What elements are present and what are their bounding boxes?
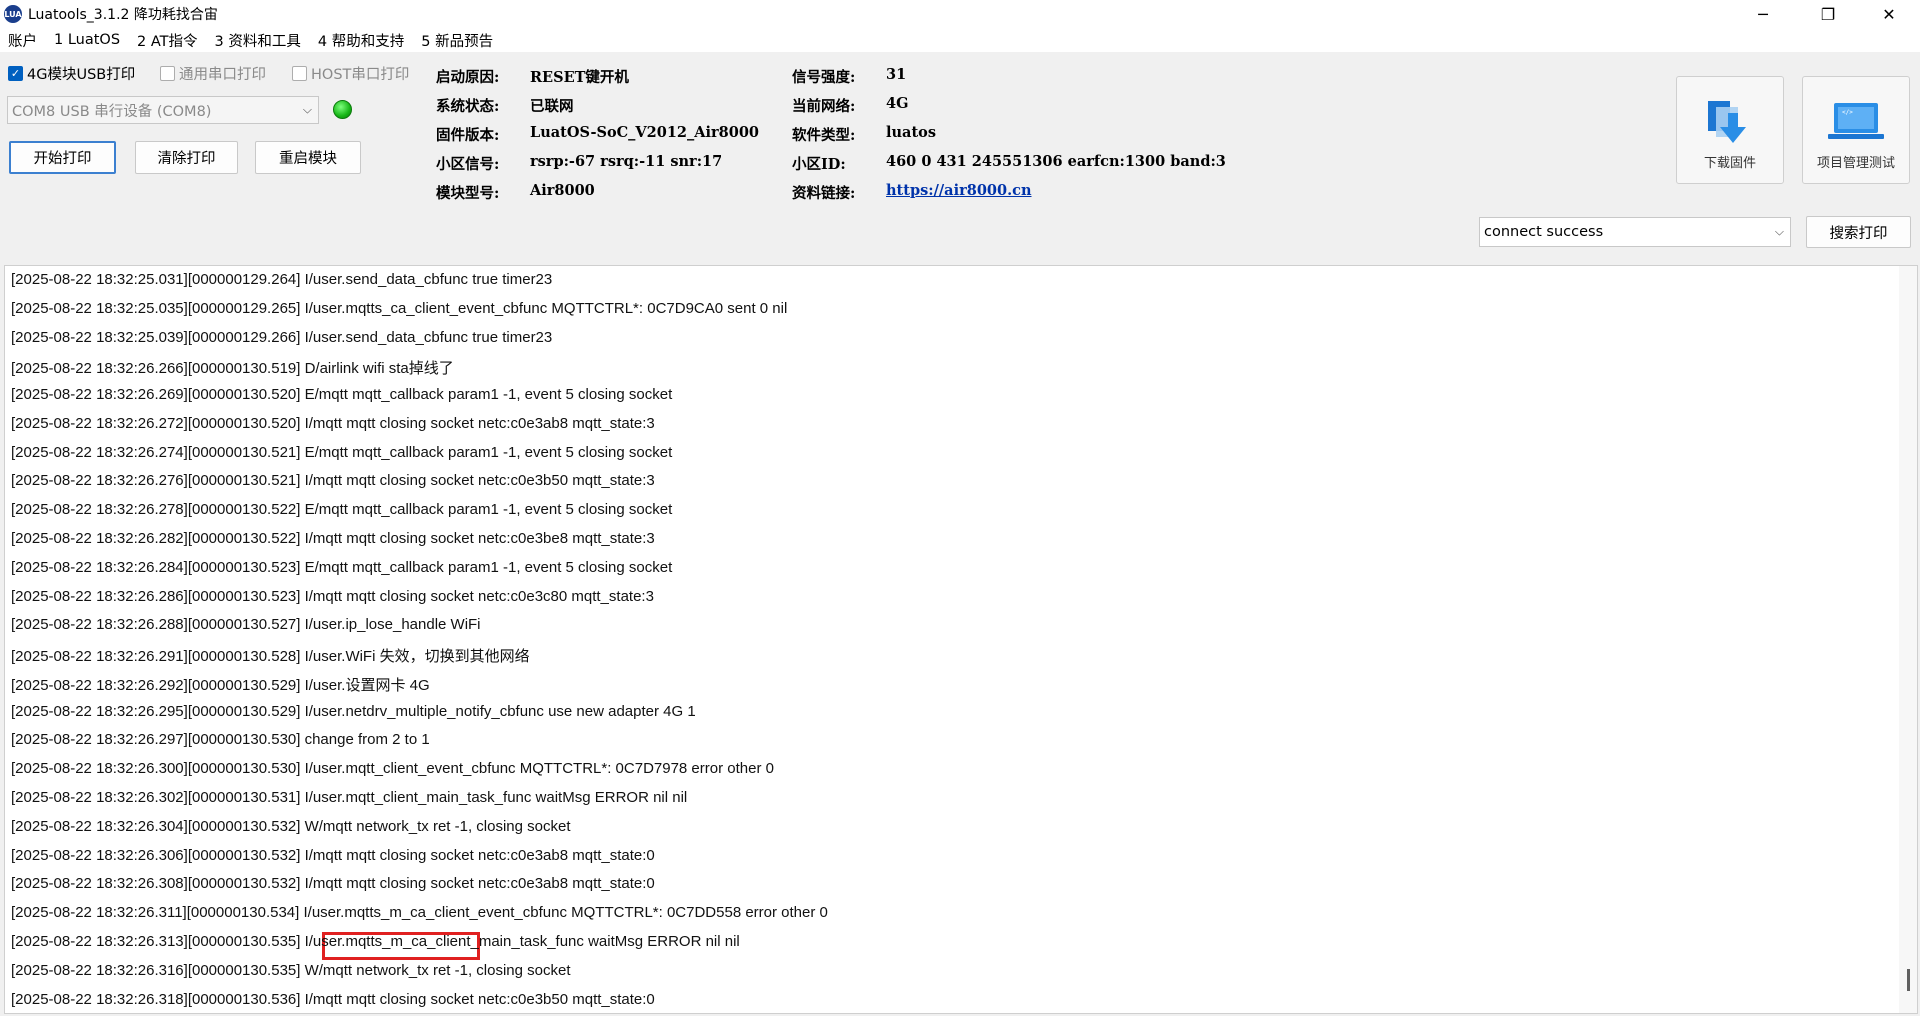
log-line: [2025-08-22 18:32:26.318][000000130.536]… xyxy=(11,990,655,1008)
menu-help-support[interactable]: 4 帮助和支持 xyxy=(318,30,404,51)
info-label: 小区信号: xyxy=(436,156,500,173)
start-print-button[interactable]: 开始打印 xyxy=(9,141,116,174)
log-line: [2025-08-22 18:32:26.306][000000130.532]… xyxy=(11,846,655,864)
info-value: rsrp:-67 rsrq:-11 snr:17 xyxy=(530,153,723,170)
menu-bar: 账户 1 LuatOS 2 AT指令 3 资料和工具 4 帮助和支持 5 新品预… xyxy=(0,28,1920,52)
log-line: [2025-08-22 18:32:26.278][000000130.522]… xyxy=(11,501,673,519)
log-line: [2025-08-22 18:32:25.031][000000129.264]… xyxy=(11,271,553,288)
log-line: [2025-08-22 18:32:26.304][000000130.532]… xyxy=(11,817,571,835)
svg-text:</>: </> xyxy=(1842,109,1853,116)
log-line: [2025-08-22 18:32:26.291][000000130.528]… xyxy=(11,648,530,666)
info-label: 信号强度: xyxy=(792,69,856,86)
info-value: 31 xyxy=(886,66,907,83)
info-label: 资料链接: xyxy=(792,185,856,202)
log-line: [2025-08-22 18:32:26.288][000000130.527]… xyxy=(11,616,481,634)
log-line: [2025-08-22 18:32:26.284][000000130.523]… xyxy=(11,558,673,576)
log-line: [2025-08-22 18:32:26.302][000000130.531]… xyxy=(11,789,688,807)
window-title: Luatools_3.1.2 降功耗找合宙 xyxy=(28,7,218,23)
log-line: [2025-08-22 18:32:25.039][000000129.266]… xyxy=(11,328,553,346)
info-label: 模块型号: xyxy=(436,185,500,202)
menu-new-products[interactable]: 5 新品预告 xyxy=(421,30,493,51)
chevron-down-icon: ⌵ xyxy=(1774,224,1784,239)
usb-print-checkbox[interactable]: ✓ 4G模块USB打印 xyxy=(8,63,135,84)
resource-link[interactable]: https://air8000.cn xyxy=(886,182,1032,199)
info-label: 固件版本: xyxy=(436,127,500,144)
checkbox-empty-icon xyxy=(160,66,175,81)
log-line: [2025-08-22 18:32:26.269][000000130.520]… xyxy=(11,386,673,404)
info-label: 当前网络: xyxy=(792,98,856,115)
info-label: 启动原因: xyxy=(436,69,500,86)
log-line: [2025-08-22 18:32:26.274][000000130.521]… xyxy=(11,443,673,461)
log-line: [2025-08-22 18:32:26.313][000000130.535]… xyxy=(11,932,740,950)
menu-luatos[interactable]: 1 LuatOS xyxy=(54,32,120,48)
log-line: [2025-08-22 18:32:26.292][000000130.529]… xyxy=(11,676,430,694)
log-line: [2025-08-22 18:32:26.266][000000130.519]… xyxy=(11,360,454,378)
log-line: [2025-08-22 18:32:26.297][000000130.530]… xyxy=(11,731,430,749)
clear-print-button[interactable]: 清除打印 xyxy=(135,141,238,174)
info-value: 4G xyxy=(886,95,909,112)
chevron-down-icon: ⌵ xyxy=(302,102,312,117)
port-select-value: COM8 USB 串行设备 (COM8) xyxy=(12,103,212,120)
info-value: Air8000 xyxy=(530,182,595,199)
search-select[interactable]: connect success ⌵ xyxy=(1479,217,1791,247)
menu-at-commands[interactable]: 2 AT指令 xyxy=(137,30,198,51)
minimize-button[interactable]: ─ xyxy=(1740,0,1786,28)
info-value: 已联网 xyxy=(530,98,574,115)
log-line: [2025-08-22 18:32:26.295][000000130.529]… xyxy=(11,702,696,720)
info-value: RESET键开机 xyxy=(530,69,629,86)
log-line: [2025-08-22 18:32:26.308][000000130.532]… xyxy=(11,875,655,893)
host-print-checkbox[interactable]: HOST串口打印 xyxy=(292,63,409,84)
info-value: 460 0 431 245551306 earfcn:1300 band:3 xyxy=(886,153,1226,170)
info-label: 小区ID: xyxy=(792,156,846,173)
menu-resources-tools[interactable]: 3 资料和工具 xyxy=(215,30,301,51)
connection-status-led xyxy=(333,100,352,119)
log-line: [2025-08-22 18:32:26.286][000000130.523]… xyxy=(11,587,654,605)
scrollbar-thumb[interactable] xyxy=(1907,969,1910,991)
restart-module-button[interactable]: 重启模块 xyxy=(255,141,361,174)
log-line: [2025-08-22 18:32:26.276][000000130.521]… xyxy=(11,472,655,490)
log-line: [2025-08-22 18:32:26.311][000000130.534]… xyxy=(11,904,828,922)
search-select-value: connect success xyxy=(1484,224,1604,240)
checkmark-icon: ✓ xyxy=(8,66,23,81)
usb-print-label: 4G模块USB打印 xyxy=(27,67,136,83)
download-icon xyxy=(1708,101,1746,143)
title-bar: LUA Luatools_3.1.2 降功耗找合宙 ─ ❐ ✕ xyxy=(0,0,1920,28)
checkbox-empty-icon xyxy=(292,66,307,81)
close-button[interactable]: ✕ xyxy=(1866,0,1912,28)
serial-print-label: 通用串口打印 xyxy=(179,67,266,83)
log-output-panel[interactable]: [2025-08-22 18:32:25.031][000000129.264]… xyxy=(4,265,1918,1014)
log-line: [2025-08-22 18:32:26.272][000000130.520]… xyxy=(11,414,655,432)
info-value: luatos xyxy=(886,124,936,141)
log-line: [2025-08-22 18:32:26.300][000000130.530]… xyxy=(11,760,774,778)
download-firmware-button[interactable]: 下载固件 xyxy=(1676,76,1784,184)
app-logo-icon: LUA xyxy=(4,5,22,23)
host-print-label: HOST串口打印 xyxy=(311,67,410,83)
restore-button[interactable]: ❐ xyxy=(1805,0,1851,28)
project-management-label: 项目管理测试 xyxy=(1816,156,1895,171)
project-management-button[interactable]: </> 项目管理测试 xyxy=(1802,76,1910,184)
info-label: 软件类型: xyxy=(792,127,856,144)
vertical-scrollbar[interactable] xyxy=(1899,266,1917,1013)
search-print-button[interactable]: 搜索打印 xyxy=(1806,216,1911,248)
log-line: [2025-08-22 18:32:26.282][000000130.522]… xyxy=(11,530,655,548)
port-select[interactable]: COM8 USB 串行设备 (COM8) ⌵ xyxy=(7,96,319,124)
menu-account[interactable]: 账户 xyxy=(8,30,37,51)
log-line: [2025-08-22 18:32:25.035][000000129.265]… xyxy=(11,299,788,317)
info-label: 系统状态: xyxy=(436,98,500,115)
serial-print-checkbox[interactable]: 通用串口打印 xyxy=(160,63,266,84)
log-line: [2025-08-22 18:32:26.316][000000130.535]… xyxy=(11,961,571,979)
download-firmware-label: 下载固件 xyxy=(1703,156,1756,171)
info-value: LuatOS-SoC_V2012_Air8000 xyxy=(530,124,760,141)
laptop-code-icon: </> xyxy=(1828,103,1884,139)
